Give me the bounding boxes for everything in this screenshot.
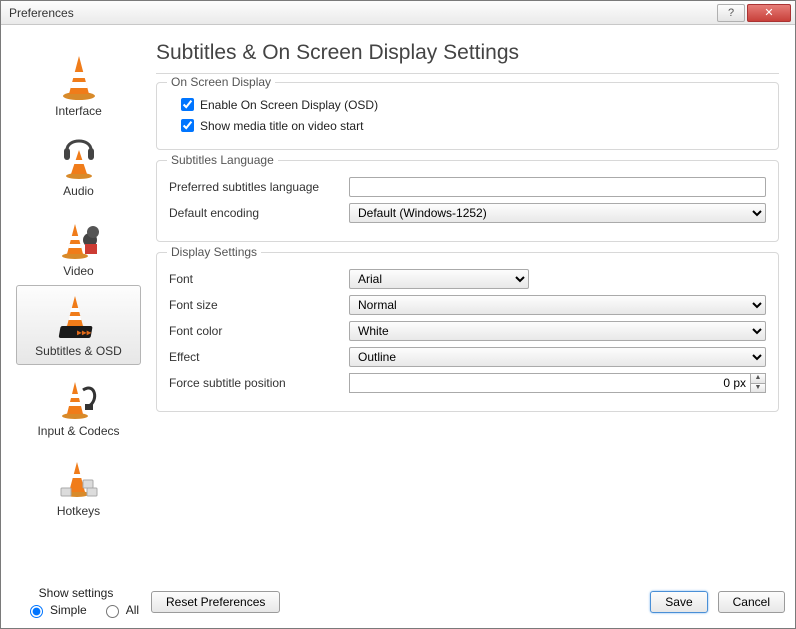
sidebar-item-label: Hotkeys	[17, 504, 140, 518]
group-subtitles-language: Subtitles Language Preferred subtitles l…	[156, 160, 779, 242]
sidebar-item-hotkeys[interactable]: Hotkeys	[16, 445, 141, 525]
cancel-button[interactable]: Cancel	[718, 591, 785, 613]
show-title-label: Show media title on video start	[200, 119, 363, 133]
spinner-down[interactable]: ▼	[751, 384, 765, 393]
cable-cone-icon	[17, 370, 140, 422]
svg-text:▶▶▶: ▶▶▶	[77, 328, 92, 337]
show-settings-group: Show settings Simple All	[11, 586, 141, 618]
all-radio-label: All	[126, 603, 139, 617]
enable-osd-label: Enable On Screen Display (OSD)	[200, 98, 378, 112]
preferred-language-input[interactable]	[349, 177, 766, 197]
default-encoding-label: Default encoding	[169, 206, 349, 220]
sidebar-item-label: Subtitles & OSD	[17, 344, 140, 358]
film-cone-icon	[17, 210, 140, 262]
save-button[interactable]: Save	[650, 591, 707, 613]
sidebar-item-label: Audio	[17, 184, 140, 198]
sidebar-item-video[interactable]: Video	[16, 205, 141, 285]
help-button[interactable]: ?	[717, 4, 745, 22]
cone-icon	[17, 50, 140, 102]
force-position-input[interactable]	[349, 373, 750, 393]
show-title-checkbox[interactable]	[181, 119, 194, 132]
show-settings-all[interactable]: All	[101, 602, 139, 618]
settings-panel: Subtitles & On Screen Display Settings O…	[156, 35, 785, 576]
close-button[interactable]: ✕	[747, 4, 791, 22]
enable-osd-checkbox[interactable]	[181, 98, 194, 111]
category-sidebar: Interface Audio	[11, 35, 146, 576]
content-area: Interface Audio	[1, 25, 795, 580]
font-label: Font	[169, 272, 349, 286]
help-icon: ?	[728, 7, 734, 19]
preferred-language-label: Preferred subtitles language	[169, 180, 349, 194]
font-size-select[interactable]: Normal	[349, 295, 766, 315]
window-title: Preferences	[9, 6, 715, 20]
footer: Show settings Simple All Reset Preferenc…	[1, 580, 795, 628]
reset-preferences-button[interactable]: Reset Preferences	[151, 591, 280, 613]
show-settings-simple[interactable]: Simple	[25, 602, 87, 618]
show-settings-label: Show settings	[11, 586, 141, 600]
all-radio[interactable]	[106, 605, 119, 618]
font-size-label: Font size	[169, 298, 349, 312]
keys-cone-icon	[17, 450, 140, 502]
page-title: Subtitles & On Screen Display Settings	[156, 35, 779, 74]
sidebar-item-label: Video	[17, 264, 140, 278]
group-osd: On Screen Display Enable On Screen Displ…	[156, 82, 779, 150]
sidebar-item-input-codecs[interactable]: Input & Codecs	[16, 365, 141, 445]
group-title: Subtitles Language	[167, 153, 278, 167]
close-icon: ✕	[764, 6, 773, 19]
preferences-window: Preferences ? ✕ Interface	[0, 0, 796, 629]
group-title: On Screen Display	[167, 75, 275, 89]
force-position-spinner[interactable]: ▲ ▼	[349, 373, 766, 393]
simple-radio-label: Simple	[50, 603, 87, 617]
sidebar-item-label: Input & Codecs	[17, 424, 140, 438]
effect-label: Effect	[169, 350, 349, 364]
headphones-cone-icon	[17, 130, 140, 182]
font-select[interactable]: Arial	[349, 269, 529, 289]
default-encoding-select[interactable]: Default (Windows-1252)	[349, 203, 766, 223]
titlebar: Preferences ? ✕	[1, 1, 795, 25]
simple-radio[interactable]	[30, 605, 43, 618]
subtitle-cone-icon: ▶▶▶	[17, 290, 140, 342]
force-position-label: Force subtitle position	[169, 376, 349, 390]
effect-select[interactable]: Outline	[349, 347, 766, 367]
sidebar-item-audio[interactable]: Audio	[16, 125, 141, 205]
sidebar-item-subtitles-osd[interactable]: ▶▶▶ Subtitles & OSD	[16, 285, 141, 365]
spinner-buttons: ▲ ▼	[750, 373, 766, 393]
font-color-select[interactable]: White	[349, 321, 766, 341]
spinner-up[interactable]: ▲	[751, 374, 765, 384]
group-display-settings: Display Settings Font Arial Font size No…	[156, 252, 779, 412]
group-title: Display Settings	[167, 245, 261, 259]
sidebar-item-label: Interface	[17, 104, 140, 118]
sidebar-item-interface[interactable]: Interface	[16, 45, 141, 125]
font-color-label: Font color	[169, 324, 349, 338]
